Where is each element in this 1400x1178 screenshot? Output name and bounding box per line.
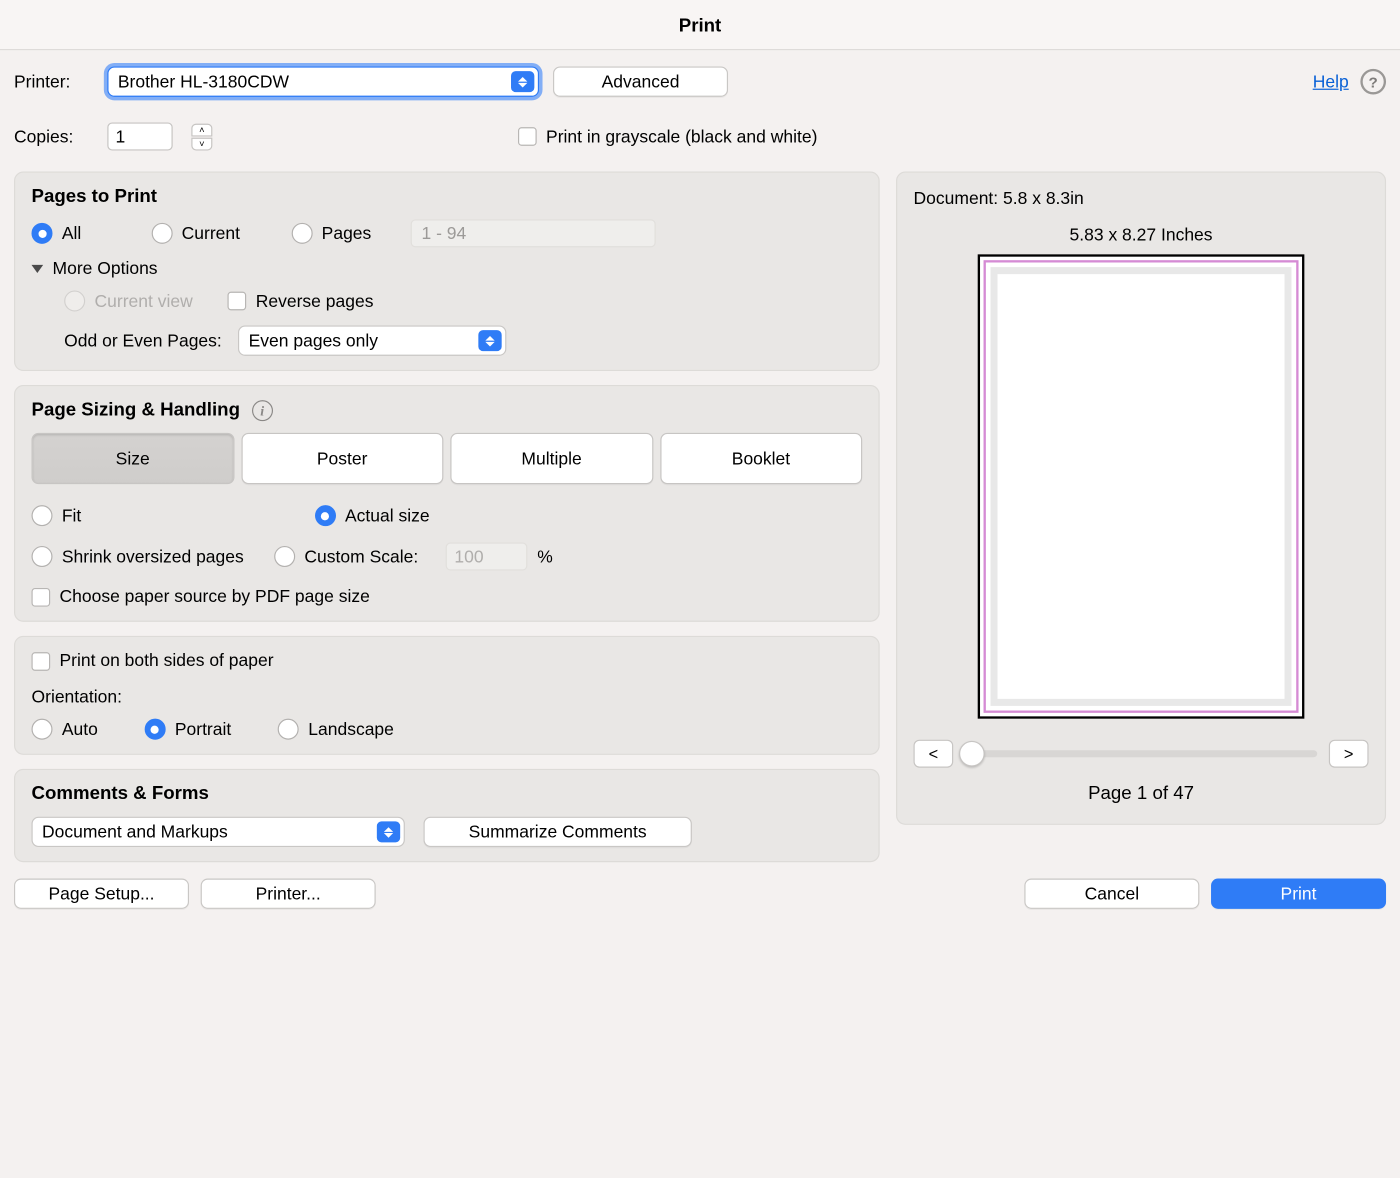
pages-to-print-title: Pages to Print: [32, 187, 863, 208]
help-link[interactable]: Help: [1313, 72, 1349, 92]
radio-icon: [145, 719, 166, 740]
comments-select[interactable]: Document and Markups: [32, 817, 405, 847]
radio-icon: [32, 223, 53, 244]
summarize-comments-button[interactable]: Summarize Comments: [424, 817, 692, 847]
advanced-button[interactable]: Advanced: [553, 67, 728, 97]
paper-dimensions: 5.83 x 8.27 Inches: [914, 225, 1369, 245]
current-view-label: Current view: [95, 291, 193, 311]
more-options-label[interactable]: More Options: [53, 259, 158, 279]
radio-fit[interactable]: Fit: [32, 505, 82, 526]
auto-label: Auto: [62, 719, 98, 739]
orientation-label: Orientation:: [32, 687, 863, 707]
radio-icon: [151, 223, 172, 244]
radio-icon: [291, 223, 312, 244]
both-sides-checkbox[interactable]: Print on both sides of paper: [32, 651, 863, 671]
radio-icon: [274, 546, 295, 567]
custom-scale-input: 100: [446, 543, 528, 571]
printer-settings-button[interactable]: Printer...: [201, 879, 376, 909]
page-indicator: Page 1 of 47: [914, 784, 1369, 805]
page-sizing-title: Page Sizing & Handling: [32, 400, 240, 421]
radio-icon: [64, 291, 85, 312]
preview-slider[interactable]: [965, 750, 1317, 757]
custom-scale-label: Custom Scale:: [304, 547, 418, 567]
preview-panel: Document: 5.8 x 8.3in 5.83 x 8.27 Inches…: [896, 172, 1386, 825]
preview-prev-button[interactable]: <: [914, 740, 954, 768]
tab-size[interactable]: Size: [32, 433, 234, 484]
slider-thumb[interactable]: [959, 741, 985, 767]
window-title: Print: [0, 0, 1400, 50]
grayscale-label: Print in grayscale (black and white): [546, 127, 817, 147]
actual-size-label: Actual size: [345, 506, 430, 526]
radio-actual-size[interactable]: Actual size: [315, 505, 430, 526]
stepper-down-icon[interactable]: ˅: [191, 137, 212, 150]
radio-current[interactable]: Current: [151, 223, 240, 244]
page-preview: [978, 254, 1305, 718]
radio-all[interactable]: All: [32, 223, 82, 244]
page-sizing-panel: Page Sizing & Handling i Size Poster Mul…: [14, 385, 880, 622]
radio-icon: [32, 505, 53, 526]
pages-range-input[interactable]: 1 - 94: [411, 219, 656, 247]
pages-to-print-panel: Pages to Print All Current Pages 1 - 94: [14, 172, 880, 372]
radio-custom-scale[interactable]: Custom Scale:: [274, 546, 418, 567]
updown-icon: [478, 330, 501, 351]
info-icon[interactable]: i: [252, 400, 273, 421]
percent-label: %: [537, 547, 553, 567]
odd-even-label: Odd or Even Pages:: [64, 331, 222, 351]
radio-all-label: All: [62, 223, 81, 243]
radio-pages[interactable]: Pages: [291, 223, 371, 244]
comments-title: Comments & Forms: [32, 784, 863, 805]
disclosure-triangle-icon[interactable]: [32, 265, 44, 273]
radio-current-label: Current: [182, 223, 240, 243]
comments-panel: Comments & Forms Document and Markups Su…: [14, 769, 880, 862]
print-button[interactable]: Print: [1211, 879, 1386, 909]
radio-icon: [32, 546, 53, 567]
updown-icon: [377, 821, 400, 842]
radio-icon: [315, 505, 336, 526]
radio-orientation-landscape[interactable]: Landscape: [278, 719, 394, 740]
updown-icon: [511, 71, 534, 92]
radio-pages-label: Pages: [322, 223, 372, 243]
odd-even-select[interactable]: Even pages only: [238, 326, 506, 356]
cancel-button[interactable]: Cancel: [1024, 879, 1199, 909]
stepper-up-icon[interactable]: ˄: [191, 123, 212, 136]
radio-shrink[interactable]: Shrink oversized pages: [32, 546, 244, 567]
help-icon[interactable]: ?: [1360, 69, 1386, 95]
checkbox-icon: [228, 292, 247, 311]
radio-current-view: Current view: [64, 291, 193, 312]
preview-next-button[interactable]: >: [1329, 740, 1369, 768]
duplex-panel: Print on both sides of paper Orientation…: [14, 636, 880, 755]
copies-stepper[interactable]: ˄ ˅: [191, 123, 212, 150]
fit-label: Fit: [62, 506, 81, 526]
copies-input[interactable]: 1: [107, 123, 172, 151]
tab-booklet[interactable]: Booklet: [660, 433, 862, 484]
tab-poster[interactable]: Poster: [241, 433, 443, 484]
odd-even-value: Even pages only: [249, 331, 378, 351]
landscape-label: Landscape: [308, 719, 394, 739]
reverse-pages-label: Reverse pages: [256, 291, 374, 311]
checkbox-icon: [32, 652, 51, 671]
printer-select[interactable]: Brother HL-3180CDW: [107, 67, 539, 97]
printer-label: Printer:: [14, 72, 93, 92]
tab-multiple[interactable]: Multiple: [450, 433, 652, 484]
printer-select-value: Brother HL-3180CDW: [118, 72, 289, 92]
reverse-pages-checkbox[interactable]: Reverse pages: [228, 291, 374, 311]
radio-icon: [278, 719, 299, 740]
choose-paper-label: Choose paper source by PDF page size: [60, 587, 370, 607]
radio-orientation-portrait[interactable]: Portrait: [145, 719, 232, 740]
comments-select-value: Document and Markups: [42, 822, 228, 842]
page-setup-button[interactable]: Page Setup...: [14, 879, 189, 909]
copies-label: Copies:: [14, 127, 93, 147]
choose-paper-checkbox[interactable]: Choose paper source by PDF page size: [32, 587, 863, 607]
radio-icon: [32, 719, 53, 740]
both-sides-label: Print on both sides of paper: [60, 651, 274, 671]
checkbox-icon: [32, 587, 51, 606]
shrink-label: Shrink oversized pages: [62, 547, 244, 567]
portrait-label: Portrait: [175, 719, 231, 739]
radio-orientation-auto[interactable]: Auto: [32, 719, 98, 740]
document-dimensions: Document: 5.8 x 8.3in: [914, 189, 1369, 209]
sizing-tabs: Size Poster Multiple Booklet: [32, 433, 863, 484]
grayscale-checkbox[interactable]: [518, 127, 537, 146]
